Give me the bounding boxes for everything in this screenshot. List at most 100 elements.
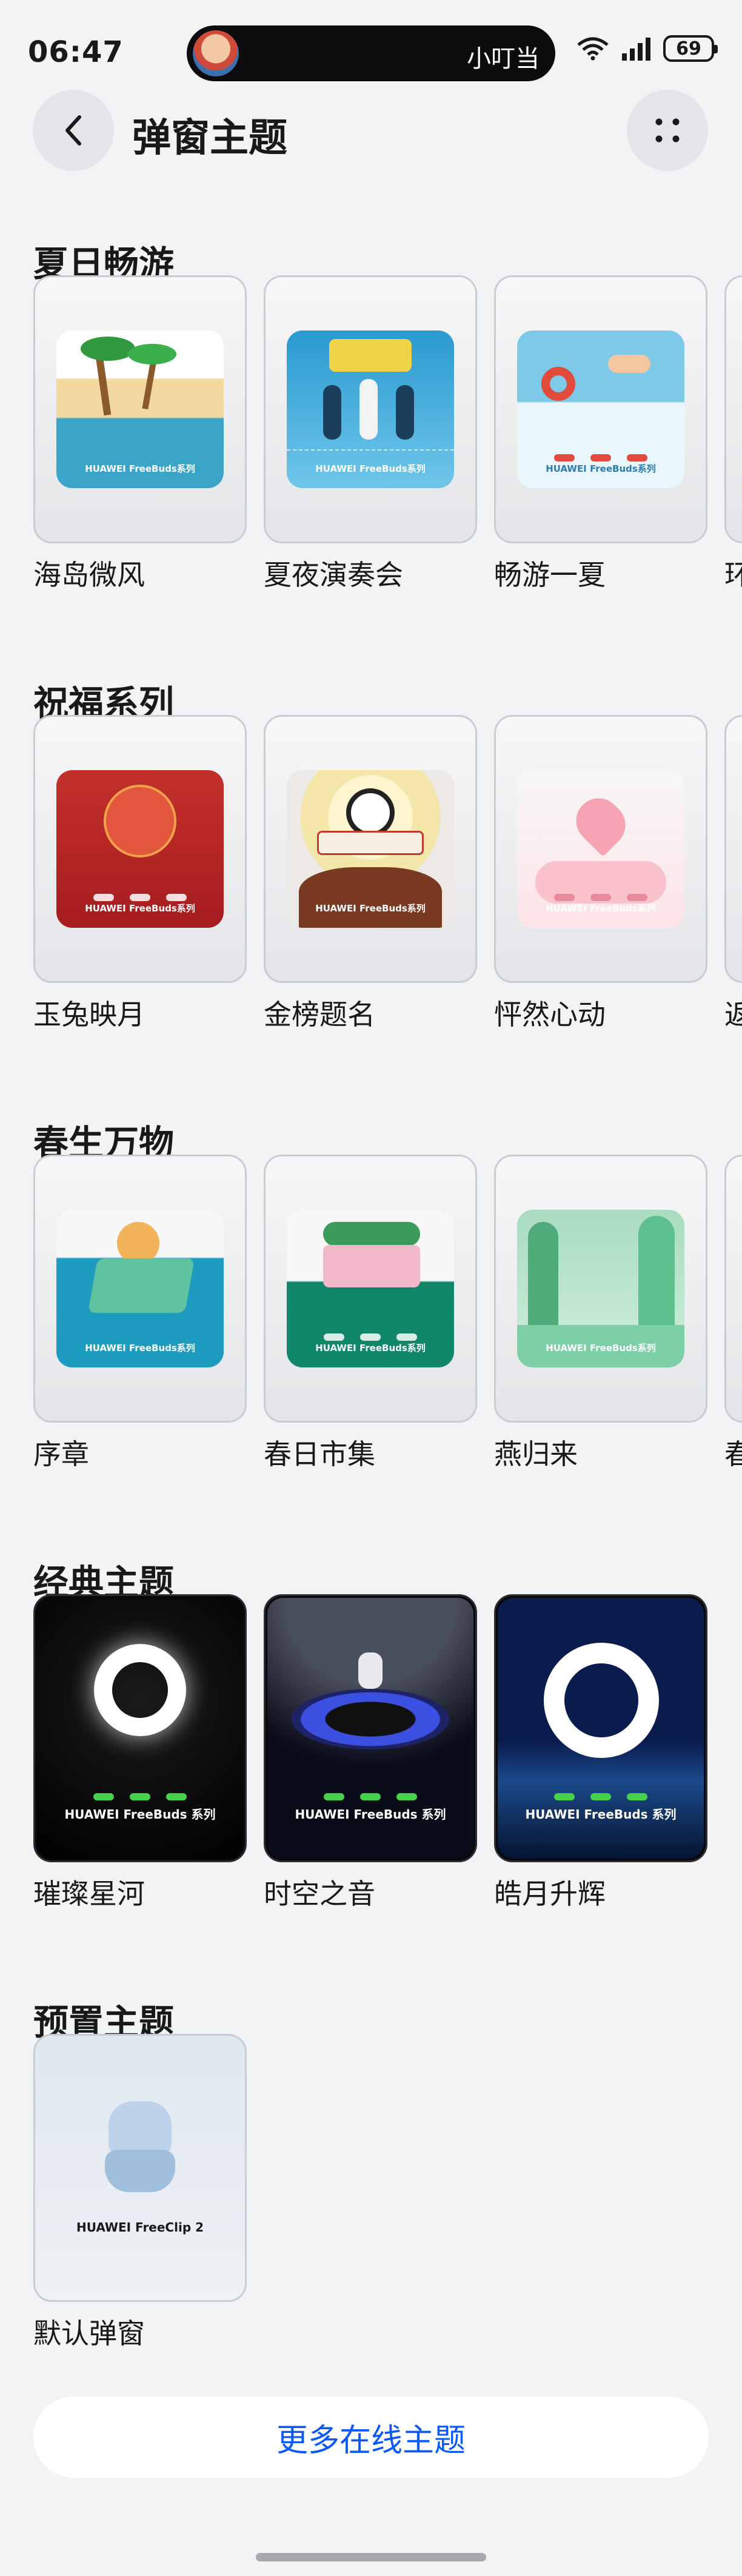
four-dots-icon	[655, 118, 680, 143]
theme-card-island-breeze[interactable]: HUAWEI FreeBuds系列 海岛微风	[33, 275, 247, 593]
theme-card-label: 璀璨星河	[33, 1877, 145, 1910]
theme-preview-art: HUAWEI FreeBuds系列	[287, 330, 454, 488]
battery-indicators	[56, 894, 224, 901]
theme-card-label: 序章	[33, 1438, 89, 1471]
theme-brand-label: HUAWEI FreeBuds 系列	[525, 1807, 677, 1822]
theme-preview-art: HUAWEI FreeBuds 系列	[267, 1598, 473, 1859]
theme-card-spacetime-sound[interactable]: HUAWEI FreeBuds 系列 时空之音	[264, 1594, 477, 1912]
theme-thumbnail[interactable]: HUAWEI FreeBuds 系列	[264, 1594, 477, 1862]
theme-thumbnail[interactable]: HUAWEI FreeBuds系列	[33, 275, 247, 543]
theme-preview-art: HUAWEI FreeBuds系列	[287, 770, 454, 928]
battery-indicators	[287, 1333, 454, 1341]
theme-preview-art: HUAWEI FreeBuds系列	[56, 1210, 224, 1367]
theme-card-heartbeat[interactable]: HUAWEI FreeBuds系列 怦然心动	[494, 715, 707, 1033]
theme-thumbnail[interactable]: HUAWEI FreeBuds系列	[494, 1155, 707, 1423]
chevron-left-icon	[65, 115, 81, 146]
section-spring: 春生万物 HUAWEI FreeBuds系列 序章 HUAWEI FreeBud…	[0, 1115, 742, 1503]
status-icons: 69	[576, 35, 718, 62]
theme-thumbnail[interactable]: HUAWEI FreeBuds 系列	[494, 1594, 707, 1862]
theme-card-label: 默认弹窗	[33, 2317, 145, 2350]
theme-card-label: 海岛微风	[33, 558, 145, 591]
theme-card-label: 燕归来	[494, 1438, 578, 1471]
section-classic: 经典主题 HUAWEI FreeBuds 系列 璀璨星河 HUAWEI Free…	[0, 1554, 742, 1942]
theme-card-spring-market[interactable]: HUAWEI FreeBuds系列 春日市集	[264, 1155, 477, 1472]
theme-card-summer-concert[interactable]: HUAWEI FreeBuds系列 夏夜演奏会	[264, 275, 477, 593]
theme-thumbnail[interactable]	[724, 1155, 742, 1423]
status-time: 06:47	[28, 35, 124, 69]
battery-indicators	[37, 1793, 243, 1800]
theme-row[interactable]: HUAWEI FreeBuds系列 序章 HUAWEI FreeBuds系列 春…	[33, 1155, 742, 1472]
theme-card-label: 返	[724, 998, 742, 1031]
theme-thumbnail[interactable]: HUAWEI FreeBuds系列	[264, 715, 477, 983]
signal-icon	[622, 38, 650, 61]
theme-card-partial[interactable]: 春	[724, 1155, 742, 1472]
theme-brand-label: HUAWEI FreeClip 2	[76, 2220, 204, 2235]
theme-brand-label: HUAWEI FreeBuds 系列	[295, 1807, 446, 1822]
theme-card-swallow-return[interactable]: HUAWEI FreeBuds系列 燕归来	[494, 1155, 707, 1472]
theme-preview-art: HUAWEI FreeBuds 系列	[498, 1598, 704, 1859]
theme-thumbnail[interactable]	[724, 715, 742, 983]
live-capsule[interactable]: 小叮当	[187, 25, 555, 81]
theme-thumbnail[interactable]: HUAWEI FreeClip 2	[33, 2034, 247, 2302]
theme-card-partial[interactable]: 环	[724, 275, 742, 593]
section-summer: 夏日畅游 HUAWEI FreeBuds系列 海岛微风 HUAWEI FreeB…	[0, 235, 742, 623]
capsule-label: 小叮当	[467, 45, 540, 73]
theme-card-label: 春	[724, 1438, 742, 1471]
more-online-themes-button[interactable]: 更多在线主题	[33, 2397, 709, 2478]
theme-card-partial[interactable]: 返	[724, 715, 742, 1033]
theme-row[interactable]: HUAWEI FreeClip 2 默认弹窗	[33, 2034, 247, 2352]
battery-indicators	[517, 454, 684, 461]
theme-thumbnail[interactable]: HUAWEI FreeBuds系列	[33, 1155, 247, 1423]
theme-thumbnail[interactable]: HUAWEI FreeBuds系列	[33, 715, 247, 983]
battery-indicators	[267, 1793, 473, 1800]
battery-icon: 69	[663, 35, 718, 62]
theme-thumbnail[interactable]: HUAWEI FreeBuds系列	[264, 275, 477, 543]
theme-thumbnail[interactable]: HUAWEI FreeBuds 系列	[33, 1594, 247, 1862]
theme-brand-label: HUAWEI FreeBuds系列	[315, 463, 426, 474]
back-button[interactable]	[33, 90, 114, 171]
theme-preview-art: HUAWEI FreeBuds系列	[517, 1210, 684, 1367]
home-indicator[interactable]	[256, 2553, 486, 2561]
theme-card-label: 畅游一夏	[494, 558, 606, 591]
theme-preview-art: HUAWEI FreeBuds系列	[517, 770, 684, 928]
theme-card-starry-river[interactable]: HUAWEI FreeBuds 系列 璀璨星河	[33, 1594, 247, 1912]
theme-card-label: 金榜题名	[264, 998, 375, 1031]
theme-thumbnail[interactable]	[724, 275, 742, 543]
theme-brand-label: HUAWEI FreeBuds系列	[546, 463, 656, 474]
theme-thumbnail[interactable]: HUAWEI FreeBuds系列	[494, 715, 707, 983]
theme-card-bright-moon[interactable]: HUAWEI FreeBuds 系列 皓月升辉	[494, 1594, 707, 1912]
theme-brand-label: HUAWEI FreeBuds系列	[315, 1343, 426, 1353]
theme-row[interactable]: HUAWEI FreeBuds 系列 璀璨星河 HUAWEI FreeBuds …	[33, 1594, 707, 1912]
theme-card-default-popup[interactable]: HUAWEI FreeClip 2 默认弹窗	[33, 2034, 247, 2352]
theme-brand-label: HUAWEI FreeBuds系列	[546, 903, 656, 914]
theme-card-prologue[interactable]: HUAWEI FreeBuds系列 序章	[33, 1155, 247, 1472]
theme-card-jade-rabbit[interactable]: HUAWEI FreeBuds系列 玉兔映月	[33, 715, 247, 1033]
section-preset: 预置主题 HUAWEI FreeClip 2 默认弹窗	[0, 1994, 742, 2382]
theme-card-label: 春日市集	[264, 1438, 375, 1471]
theme-brand-label: HUAWEI FreeBuds系列	[546, 1343, 656, 1353]
theme-card-swim-summer[interactable]: HUAWEI FreeBuds系列 畅游一夏	[494, 275, 707, 593]
theme-row[interactable]: HUAWEI FreeBuds系列 玉兔映月 HUAWEI FreeBuds系列…	[33, 715, 742, 1033]
theme-preview-art: HUAWEI FreeBuds系列	[517, 330, 684, 488]
theme-card-label: 时空之音	[264, 1877, 375, 1910]
theme-card-label: 怦然心动	[494, 998, 606, 1031]
more-options-button[interactable]	[627, 90, 708, 171]
theme-brand-label: HUAWEI FreeBuds系列	[85, 463, 195, 474]
avatar	[193, 30, 239, 76]
theme-row[interactable]: HUAWEI FreeBuds系列 海岛微风 HUAWEI FreeBuds系列…	[33, 275, 742, 593]
theme-brand-label: HUAWEI FreeBuds系列	[315, 903, 426, 914]
theme-brand-label: HUAWEI FreeBuds 系列	[64, 1807, 216, 1822]
theme-preview-art: HUAWEI FreeBuds系列	[56, 770, 224, 928]
theme-brand-label: HUAWEI FreeBuds系列	[85, 1343, 195, 1353]
theme-card-label: 环	[724, 558, 742, 591]
theme-preview-art: HUAWEI FreeBuds系列	[56, 330, 224, 488]
wifi-icon	[577, 37, 609, 61]
status-bar: 06:47 小叮当 69	[0, 0, 742, 103]
theme-card-label: 皓月升辉	[494, 1877, 606, 1910]
theme-thumbnail[interactable]: HUAWEI FreeBuds系列	[264, 1155, 477, 1423]
theme-preview-art: HUAWEI FreeClip 2	[49, 2059, 231, 2277]
theme-brand-label: HUAWEI FreeBuds系列	[85, 903, 195, 914]
theme-card-label: 玉兔映月	[33, 998, 145, 1031]
theme-thumbnail[interactable]: HUAWEI FreeBuds系列	[494, 275, 707, 543]
theme-card-gold-list[interactable]: HUAWEI FreeBuds系列 金榜题名	[264, 715, 477, 1033]
